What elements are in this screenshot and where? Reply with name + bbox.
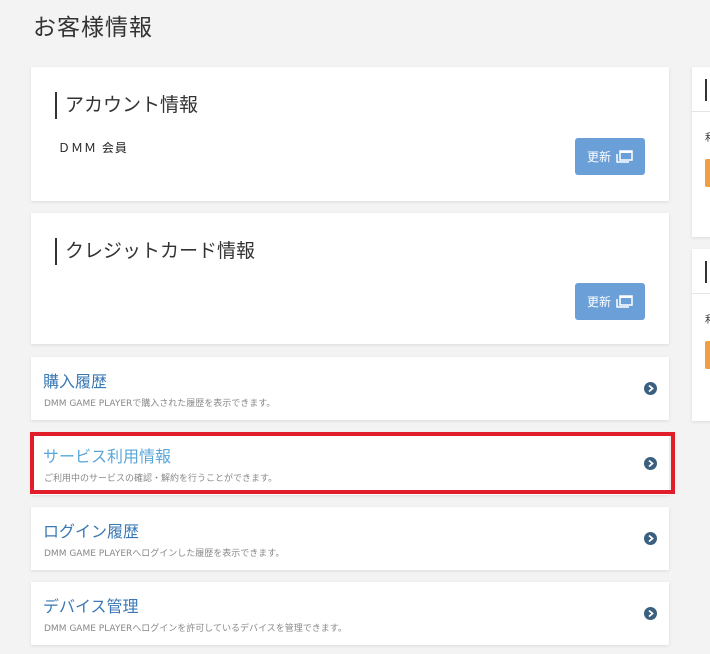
- side-orange-button[interactable]: [705, 159, 710, 187]
- service-usage-desc: ご利用中のサービスの確認・解約を行うことができます。: [44, 474, 278, 484]
- side-divider: [692, 293, 710, 294]
- purchase-history-desc: DMM GAME PLAYERで購入された履歴を表示できます。: [44, 399, 276, 409]
- account-info-heading: アカウント情報: [55, 92, 198, 119]
- device-management-desc: DMM GAME PLAYERへログインを許可しているデバイスを管理できます。: [44, 624, 347, 634]
- side-orange-button[interactable]: [705, 341, 710, 369]
- credit-card-info-card: クレジットカード情報 更新: [31, 213, 669, 344]
- window-icon: [616, 150, 633, 163]
- device-management-link[interactable]: デバイス管理 DMM GAME PLAYERへログインを許可しているデバイスを管…: [31, 582, 669, 645]
- account-update-label: 更新: [586, 150, 611, 164]
- service-usage-link[interactable]: サービス利用情報 ご利用中のサービスの確認・解約を行うことができます。: [31, 432, 669, 495]
- window-icon: [616, 295, 633, 308]
- account-info-card: アカウント情報 ＤＭＭ 会員 更新: [31, 67, 669, 201]
- side-text: 利: [705, 129, 710, 144]
- credit-update-button[interactable]: 更新: [575, 283, 645, 320]
- side-heading-bar: [705, 79, 707, 101]
- customer-info-page: お客様情報 アカウント情報 ＤＭＭ 会員 更新 クレジットカード情報 更新 購入…: [0, 0, 710, 654]
- account-update-button[interactable]: 更新: [575, 138, 645, 175]
- member-type-text: ＤＭＭ 会員: [58, 141, 128, 155]
- chevron-right-circle-icon: [644, 532, 657, 545]
- chevron-right-circle-icon: [644, 382, 657, 395]
- login-history-link[interactable]: ログイン履歴 DMM GAME PLAYERへログインした履歴を表示できます。: [31, 507, 669, 570]
- login-history-desc: DMM GAME PLAYERへログインした履歴を表示できます。: [44, 549, 285, 559]
- purchase-history-link[interactable]: 購入履歴 DMM GAME PLAYERで購入された履歴を表示できます。: [31, 357, 669, 420]
- side-divider: [692, 111, 710, 112]
- service-usage-title: サービス利用情報: [43, 447, 172, 466]
- side-heading-bar: [705, 261, 707, 283]
- purchase-history-title: 購入履歴: [43, 372, 108, 391]
- chevron-right-circle-icon: [644, 457, 657, 470]
- side-card-bottom: 利: [692, 249, 710, 421]
- side-card-top: 利: [692, 67, 710, 237]
- side-text: 利: [705, 311, 710, 326]
- page-title: お客様情報: [33, 15, 153, 41]
- login-history-title: ログイン履歴: [43, 522, 140, 541]
- credit-update-label: 更新: [586, 295, 611, 309]
- chevron-right-circle-icon: [644, 607, 657, 620]
- credit-card-info-heading: クレジットカード情報: [55, 238, 255, 265]
- device-management-title: デバイス管理: [43, 597, 139, 616]
